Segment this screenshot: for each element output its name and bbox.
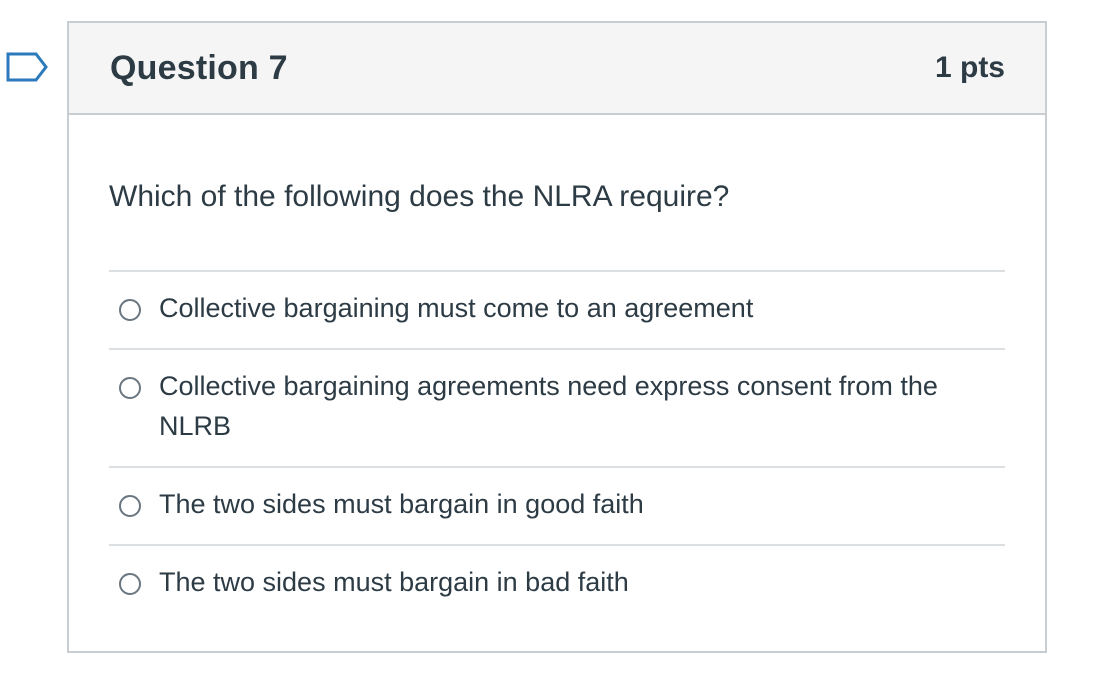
answer-option[interactable]: Collective bargaining agreements need ex… [109,350,1005,468]
question-header: Question 7 1 pts [69,23,1045,115]
answer-label: Collective bargaining must come to an ag… [159,293,754,323]
answer-label: The two sides must bargain in good faith [159,489,644,519]
radio-button[interactable] [119,573,141,595]
flag-question-icon[interactable] [6,52,48,82]
answer-option[interactable]: The two sides must bargain in bad faith [109,546,1005,622]
radio-button[interactable] [119,377,141,399]
question-card: Question 7 1 pts Which of the following … [67,21,1047,653]
answer-option[interactable]: The two sides must bargain in good faith [109,468,1005,546]
answer-label: Collective bargaining agreements need ex… [159,371,938,441]
answer-option[interactable]: Collective bargaining must come to an ag… [109,272,1005,350]
answer-label: The two sides must bargain in bad faith [159,567,629,597]
question-text: Which of the following does the NLRA req… [109,180,730,213]
question-body: Which of the following does the NLRA req… [69,115,1045,622]
question-title: Question 7 [110,48,288,87]
answer-list: Collective bargaining must come to an ag… [109,270,1005,622]
radio-button[interactable] [119,299,141,321]
question-points: 1 pts [934,51,1005,84]
radio-button[interactable] [119,495,141,517]
